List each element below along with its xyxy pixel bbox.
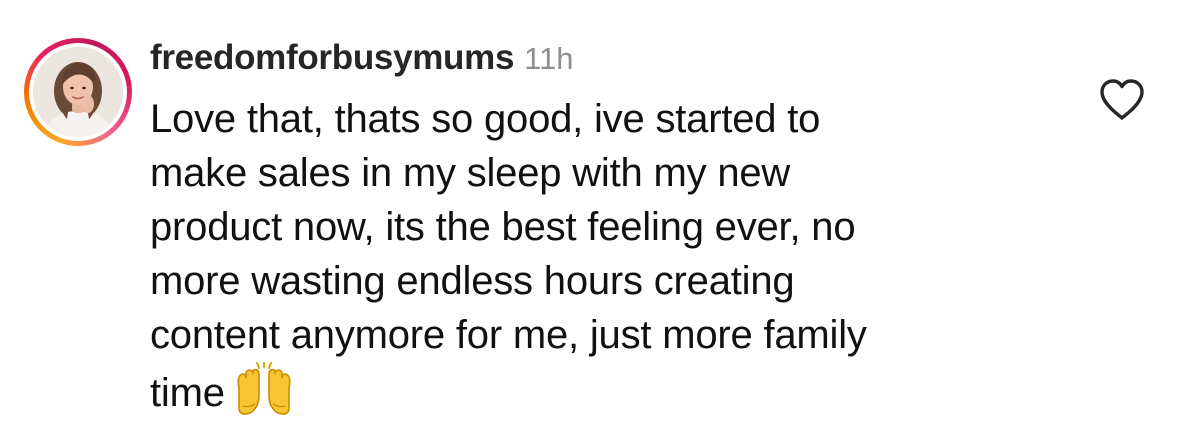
comment-text-line-last: time: [150, 361, 1080, 420]
avatar-story-ring[interactable]: [24, 38, 132, 146]
like-button[interactable]: [1098, 78, 1146, 122]
comment-text: Love that, thats so good, ive started to…: [150, 92, 1080, 420]
comment-header: freedomforbusymums 11h: [150, 38, 574, 82]
comment-text-line: Love that, thats so good, ive started to: [150, 97, 821, 141]
comment-text-line: product now, its the best feeling ever, …: [150, 205, 856, 249]
heart-outline-icon: [1100, 79, 1144, 120]
avatar-ring-gap: [29, 43, 127, 141]
comment-timestamp: 11h: [524, 41, 574, 76]
username-link[interactable]: freedomforbusymums: [150, 38, 514, 78]
comment-item: freedomforbusymums 11h Love that, thats …: [0, 0, 1200, 430]
avatar[interactable]: [33, 47, 123, 137]
avatar-photo: [33, 47, 123, 137]
comment-text-line: make sales in my sleep with my new: [150, 151, 791, 195]
comment-text-line: more wasting endless hours creating: [150, 259, 795, 303]
comment-text-line: content anymore for me, just more family: [150, 313, 867, 357]
comment-text-last-word: time: [150, 371, 225, 415]
raising-hands-emoji-icon: [233, 361, 295, 416]
